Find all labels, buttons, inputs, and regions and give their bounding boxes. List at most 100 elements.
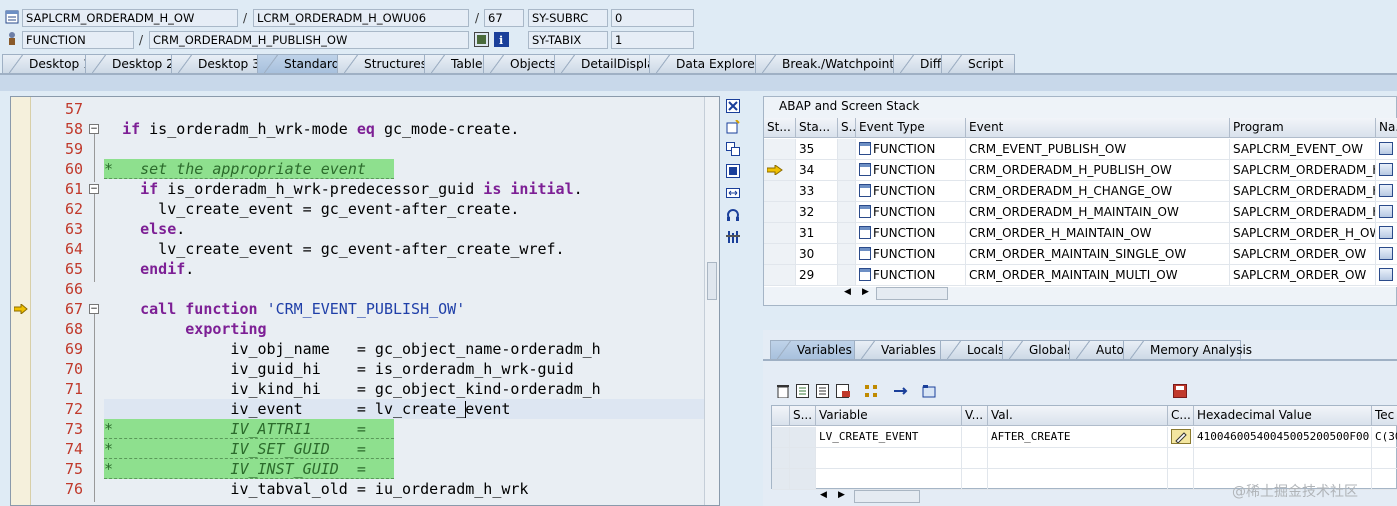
code-line[interactable]: iv_obj_name = gc_object_name-orderadm_h: [104, 339, 600, 359]
navigate-source-icon[interactable]: [1376, 160, 1397, 181]
swap-icon[interactable]: [726, 186, 740, 203]
tab-globals[interactable]: Globals: [1002, 340, 1079, 359]
scroll-thumb[interactable]: [876, 287, 948, 300]
import-icon[interactable]: [796, 384, 810, 401]
stack-column-header[interactable]: S...: [838, 118, 856, 138]
display-icon[interactable]: [1379, 247, 1393, 260]
breakpoint-gutter[interactable]: [11, 97, 31, 505]
tab-variables-2[interactable]: Variables 2: [854, 340, 950, 359]
display-icon[interactable]: [1379, 184, 1393, 197]
tab-data-explorer[interactable]: Data Explorer: [649, 54, 769, 73]
source-code-editor[interactable]: 57 58 if is_orderadm_h_wrk-mode eq gc_mod…: [10, 96, 720, 506]
scrollbar-thumb[interactable]: [707, 262, 717, 300]
variable-column-header[interactable]: S...: [790, 406, 816, 426]
code-line[interactable]: lv_create_event = gc_event-after_create.: [104, 199, 519, 219]
variable-column-header[interactable]: Tec: [1372, 406, 1397, 426]
display-icon[interactable]: [1379, 268, 1393, 281]
code-line[interactable]: iv_tabval_old = iu_orderadm_h_wrk: [104, 479, 528, 499]
variables-table[interactable]: S... Variable V... Val. C... Hexadecimal Valu…: [771, 405, 1397, 490]
variable-column-header[interactable]: C...: [1168, 406, 1194, 426]
tab-desktop-2[interactable]: Desktop 2: [85, 54, 185, 73]
stack-row[interactable]: 33 FUNCTION CRM_ORDERADM_H_CHANGE_OW SAPLCR…: [764, 181, 1397, 202]
maximize-icon[interactable]: [726, 164, 740, 181]
navigate-source-icon[interactable]: [1376, 265, 1397, 286]
navigate-source-icon[interactable]: [1376, 223, 1397, 244]
settings-icon[interactable]: [726, 230, 740, 247]
scroll-right-icon[interactable]: ▶: [862, 287, 869, 297]
stack-column-header[interactable]: Event: [966, 118, 1230, 138]
variable-cell[interactable]: [1168, 469, 1194, 490]
scroll-left-icon[interactable]: ◀: [820, 490, 827, 500]
display-icon[interactable]: [1379, 226, 1393, 239]
sysvar2-value-field[interactable]: 1: [611, 31, 694, 49]
pencil-icon[interactable]: [1171, 429, 1191, 444]
code-line[interactable]: iv_kind_hi = gc_object_kind-orderadm_h: [104, 379, 600, 399]
navigate-source-icon[interactable]: [1376, 181, 1397, 202]
scroll-left-icon[interactable]: ◀: [844, 287, 851, 297]
stack-row[interactable]: 35 FUNCTION CRM_EVENT_PUBLISH_OW SAPLCRM_EV…: [764, 139, 1397, 160]
row-selector-header[interactable]: [772, 406, 790, 426]
stack-table[interactable]: St...Sta...S...Event TypeEventProgramNa.…: [764, 118, 1397, 287]
display-icon[interactable]: [1379, 163, 1393, 176]
variable-column-header[interactable]: Hexadecimal Value: [1194, 406, 1372, 426]
transfer-icon[interactable]: [893, 384, 909, 401]
change-value-button[interactable]: [1168, 427, 1194, 448]
variable-column-header[interactable]: Val.: [988, 406, 1168, 426]
hierarchy-icon[interactable]: [864, 384, 880, 401]
program-field[interactable]: SAPLCRM_ORDERADM_H_OW: [22, 9, 238, 27]
info-icon[interactable]: i: [494, 32, 509, 47]
function-name-field[interactable]: CRM_ORDERADM_H_PUBLISH_OW: [149, 31, 469, 49]
tab-desktop-3[interactable]: Desktop 3: [171, 54, 271, 73]
type-field[interactable]: FUNCTION: [22, 31, 134, 49]
tab-memory-analysis[interactable]: Memory Analysis: [1123, 340, 1252, 359]
close-icon[interactable]: [726, 99, 740, 116]
code-line[interactable]: if is_orderadm_h_wrk-mode eq gc_mode-cre…: [104, 119, 519, 139]
navigate-source-icon[interactable]: [1376, 202, 1397, 223]
stack-column-header[interactable]: Na...: [1376, 118, 1397, 138]
code-line[interactable]: lv_create_event = gc_event-after_create_…: [104, 239, 564, 259]
fold-toggle-icon[interactable]: −: [89, 304, 99, 314]
include-field[interactable]: LCRM_ORDERADM_H_OWU06: [253, 9, 469, 27]
sysvar-value-field[interactable]: 0: [611, 9, 694, 27]
scroll-right-icon[interactable]: ▶: [838, 490, 845, 500]
sysvar-label-field[interactable]: SY-SUBRC: [528, 9, 608, 27]
stack-hscroll[interactable]: ◀ ▶: [840, 287, 948, 301]
stack-row[interactable]: 29 FUNCTION CRM_ORDER_MAINTAIN_MULTI_OW SAP…: [764, 265, 1397, 286]
new-tool-icon[interactable]: [726, 119, 740, 137]
variable-column-header[interactable]: Variable: [816, 406, 962, 426]
navigate-source-icon[interactable]: [1376, 139, 1397, 160]
list-icon[interactable]: [816, 384, 830, 401]
tab-variables-1[interactable]: Variables 1: [770, 340, 864, 359]
stack-row[interactable]: 32 FUNCTION CRM_ORDERADM_H_MAINTAIN_OW SAPL…: [764, 202, 1397, 223]
tab-detaildisplay[interactable]: DetailDisplay: [554, 54, 663, 73]
code-line[interactable]: * IV_INST_GUID =: [104, 459, 366, 479]
stack-column-header[interactable]: St...: [764, 118, 796, 138]
display-icon[interactable]: [1379, 205, 1393, 218]
variable-column-header[interactable]: V...: [962, 406, 988, 426]
replace-tool-icon[interactable]: [726, 142, 740, 159]
stack-row[interactable]: 30 FUNCTION CRM_ORDER_MAINTAIN_SINGLE_OW SA…: [764, 244, 1397, 265]
code-line[interactable]: * IV_SET_GUID =: [104, 439, 366, 459]
vertical-scrollbar[interactable]: [704, 97, 719, 505]
save-icon[interactable]: [1173, 384, 1187, 401]
navigate-source-icon[interactable]: [1376, 244, 1397, 265]
stack-row[interactable]: 34 FUNCTION CRM_ORDERADM_H_PUBLISH_OW SAPLC…: [764, 160, 1397, 181]
code-line[interactable]: else.: [104, 219, 185, 239]
stack-column-header[interactable]: Event Type: [856, 118, 966, 138]
services-icon[interactable]: [726, 208, 740, 225]
tab-structures[interactable]: Structures: [337, 54, 438, 73]
fold-toggle-icon[interactable]: −: [89, 124, 99, 134]
code-line[interactable]: iv_event = lv_create_event: [104, 399, 510, 419]
open-icon[interactable]: [922, 384, 938, 401]
code-line[interactable]: if is_orderadm_h_wrk-predecessor_guid is…: [104, 179, 583, 199]
stack-column-header[interactable]: Program: [1230, 118, 1376, 138]
tab-script[interactable]: Script: [941, 54, 1015, 73]
stack-column-header[interactable]: Sta...: [796, 118, 838, 138]
line-field[interactable]: 67: [484, 9, 524, 27]
variable-cell[interactable]: [1168, 448, 1194, 469]
stack-row[interactable]: 31 FUNCTION CRM_ORDER_H_MAINTAIN_OW SAPLCRM…: [764, 223, 1397, 244]
navigate-icon[interactable]: [474, 32, 489, 47]
delete-icon[interactable]: [776, 384, 790, 401]
fold-toggle-icon[interactable]: −: [89, 184, 99, 194]
tab-break-watchpoints[interactable]: Break./Watchpoints: [755, 54, 907, 73]
